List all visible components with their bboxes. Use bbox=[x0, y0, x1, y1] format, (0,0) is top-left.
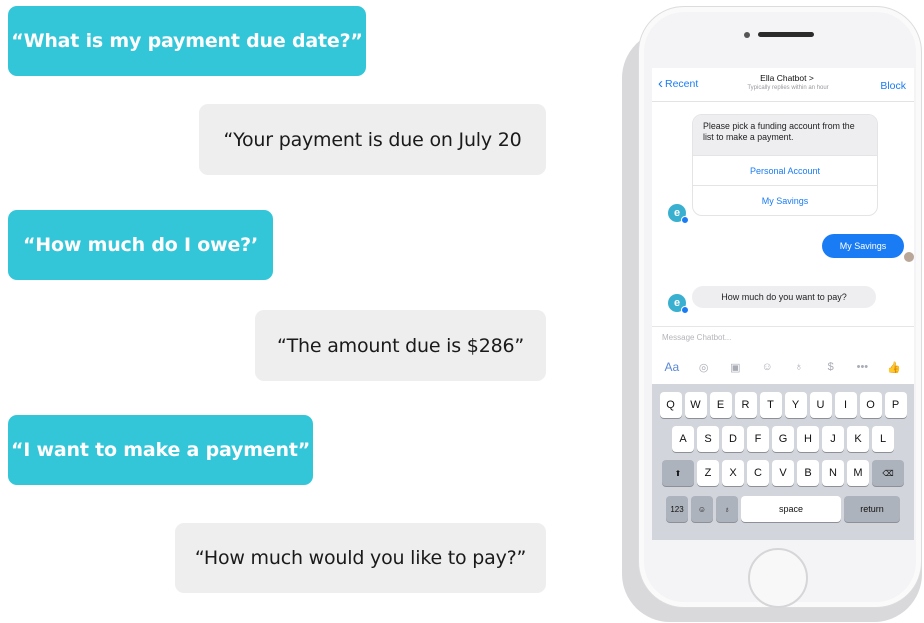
shift-key-icon[interactable]: ⬆ bbox=[662, 460, 694, 486]
key-g[interactable]: G bbox=[772, 426, 794, 452]
block-button[interactable]: Block bbox=[880, 80, 906, 92]
received-message: How much do you want to pay? bbox=[692, 286, 876, 308]
card-prompt: Please pick a funding account from the l… bbox=[693, 115, 877, 155]
emoji-key-icon[interactable]: ☺ bbox=[691, 496, 713, 522]
key-a[interactable]: A bbox=[672, 426, 694, 452]
key-w[interactable]: W bbox=[684, 392, 707, 418]
messenger-badge-icon bbox=[681, 306, 689, 314]
sent-message: My Savings bbox=[822, 234, 904, 258]
chat-header: ‹ Recent Ella Chatbot > Typically replie… bbox=[652, 68, 914, 102]
more-icon[interactable]: ••• bbox=[851, 361, 873, 373]
text-format-icon[interactable]: Aa bbox=[661, 360, 683, 374]
message-composer bbox=[652, 326, 914, 352]
key-j[interactable]: J bbox=[822, 426, 844, 452]
funding-account-card: Please pick a funding account from the l… bbox=[692, 114, 878, 216]
key-n[interactable]: N bbox=[822, 460, 844, 486]
bot-avatar-initial: e bbox=[673, 207, 681, 219]
key-f[interactable]: F bbox=[747, 426, 769, 452]
option-personal-account[interactable]: Personal Account bbox=[693, 155, 877, 185]
key-m[interactable]: M bbox=[847, 460, 869, 486]
keyboard-row-1: Q W E R T Y U I O P bbox=[652, 392, 914, 418]
option-my-savings[interactable]: My Savings bbox=[693, 185, 877, 215]
key-u[interactable]: U bbox=[809, 392, 832, 418]
numbers-key[interactable]: 123 bbox=[666, 496, 688, 522]
space-key[interactable]: space bbox=[741, 496, 841, 522]
bot-avatar: e bbox=[668, 294, 689, 314]
earpiece-speaker bbox=[758, 32, 814, 37]
user-message-due-date: “What is my payment due date?” bbox=[8, 6, 366, 76]
front-camera bbox=[744, 32, 750, 38]
emoji-icon[interactable]: ☺ bbox=[756, 361, 778, 373]
key-l[interactable]: L bbox=[872, 426, 894, 452]
key-q[interactable]: Q bbox=[659, 392, 682, 418]
chevron-left-icon: ‹ bbox=[658, 75, 663, 92]
key-h[interactable]: H bbox=[797, 426, 819, 452]
messenger-badge-icon bbox=[681, 216, 689, 224]
composer-toolbar: Aa ◎ ▣ ☺ ♁ $ ••• 👍 bbox=[652, 354, 914, 380]
return-key[interactable]: return bbox=[844, 496, 900, 522]
bot-message-pay-amount: “How much would you like to pay?” bbox=[175, 523, 546, 593]
key-d[interactable]: D bbox=[722, 426, 744, 452]
keyboard-row-3: ⬆ Z X C V B N M ⌫ bbox=[652, 460, 914, 486]
user-avatar bbox=[904, 252, 914, 262]
home-button[interactable] bbox=[748, 548, 808, 608]
backspace-key-icon[interactable]: ⌫ bbox=[872, 460, 904, 486]
key-i[interactable]: I bbox=[834, 392, 857, 418]
back-label: Recent bbox=[665, 78, 699, 90]
user-message-owe: “How much do I owe?’ bbox=[8, 210, 273, 280]
gif-icon[interactable]: ▣ bbox=[724, 361, 746, 374]
microphone-icon[interactable]: ♁ bbox=[788, 361, 810, 373]
key-s[interactable]: S bbox=[697, 426, 719, 452]
chat-subtitle: Typically replies within an hour bbox=[747, 85, 829, 91]
bot-message-amount: “The amount due is $286” bbox=[255, 310, 546, 381]
key-o[interactable]: O bbox=[859, 392, 882, 418]
back-button[interactable]: ‹ Recent bbox=[658, 75, 699, 92]
key-z[interactable]: Z bbox=[697, 460, 719, 486]
user-message-make-payment: “I want to make a payment” bbox=[8, 415, 313, 485]
keyboard: Q W E R T Y U I O P A S D F G H J K L ⬆ … bbox=[652, 384, 914, 540]
bot-avatar: e bbox=[668, 204, 689, 224]
key-k[interactable]: K bbox=[847, 426, 869, 452]
key-b[interactable]: B bbox=[797, 460, 819, 486]
messenger-screen: ‹ Recent Ella Chatbot > Typically replie… bbox=[652, 68, 914, 540]
bot-avatar-initial: e bbox=[673, 297, 681, 309]
key-t[interactable]: T bbox=[759, 392, 782, 418]
message-input[interactable] bbox=[662, 333, 862, 342]
key-p[interactable]: P bbox=[884, 392, 907, 418]
like-icon[interactable]: 👍 bbox=[883, 361, 905, 374]
bot-message-due-date: “Your payment is due on July 20 bbox=[199, 104, 546, 175]
dictation-key-icon[interactable]: ♁ bbox=[716, 496, 738, 522]
chat-title[interactable]: Ella Chatbot > bbox=[732, 73, 842, 83]
key-x[interactable]: X bbox=[722, 460, 744, 486]
keyboard-row-2: A S D F G H J K L bbox=[652, 426, 914, 452]
payment-icon[interactable]: $ bbox=[820, 361, 842, 373]
key-v[interactable]: V bbox=[772, 460, 794, 486]
camera-icon[interactable]: ◎ bbox=[693, 361, 715, 374]
key-y[interactable]: Y bbox=[784, 392, 807, 418]
key-e[interactable]: E bbox=[709, 392, 732, 418]
key-r[interactable]: R bbox=[734, 392, 757, 418]
key-c[interactable]: C bbox=[747, 460, 769, 486]
keyboard-row-4: 123 ☺ ♁ space return bbox=[652, 496, 914, 522]
